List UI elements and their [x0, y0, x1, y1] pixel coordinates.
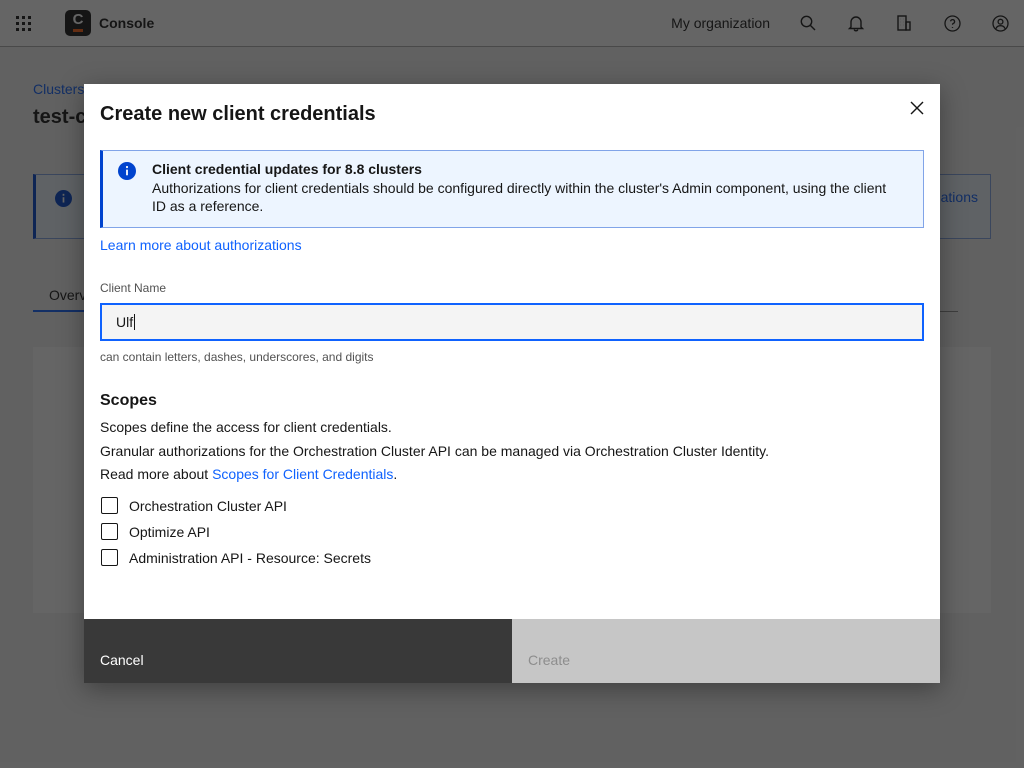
learn-more-authorizations-link[interactable]: Learn more about authorizations: [100, 237, 302, 253]
client-name-helper-text: can contain letters, dashes, underscores…: [100, 350, 374, 364]
scopes-heading: Scopes: [100, 392, 157, 410]
modal-title: Create new client credentials: [100, 103, 376, 126]
checkbox-label: Optimize API: [129, 524, 210, 540]
scopes-description: Scopes define the access for client cred…: [100, 416, 769, 487]
client-name-value: Ulf: [116, 314, 133, 330]
close-icon: [910, 101, 924, 115]
checkbox-label: Administration API - Resource: Secrets: [129, 550, 371, 566]
info-icon: [118, 162, 136, 180]
info-notification: Client credential updates for 8.8 cluste…: [100, 150, 924, 228]
notification-body: Authorizations for client credentials sh…: [152, 179, 897, 215]
scopes-for-client-credentials-link[interactable]: Scopes for Client Credentials: [212, 466, 393, 482]
checkbox-label: Orchestration Cluster API: [129, 498, 287, 514]
client-name-label: Client Name: [100, 281, 166, 295]
create-client-credentials-modal: Create new client credentials Client cre…: [84, 84, 940, 683]
scopes-line-2: Granular authorizations for the Orchestr…: [100, 440, 769, 464]
notification-title: Client credential updates for 8.8 cluste…: [152, 161, 422, 177]
text-cursor: [134, 314, 135, 330]
scope-options: Orchestration Cluster API Optimize API A…: [101, 497, 371, 575]
checkbox-box[interactable]: [101, 549, 118, 566]
close-button[interactable]: [901, 92, 933, 124]
scopes-line-3: Read more about Scopes for Client Creden…: [100, 463, 769, 487]
client-name-input[interactable]: Ulf: [100, 303, 924, 341]
checkbox-box[interactable]: [101, 523, 118, 540]
cancel-button[interactable]: Cancel: [84, 619, 512, 683]
checkbox-box[interactable]: [101, 497, 118, 514]
checkbox-optimize-api[interactable]: Optimize API: [101, 523, 371, 540]
checkbox-administration-api-secrets[interactable]: Administration API - Resource: Secrets: [101, 549, 371, 566]
modal-footer: Cancel Create: [84, 619, 940, 683]
create-button[interactable]: Create: [512, 619, 940, 683]
checkbox-orchestration-cluster-api[interactable]: Orchestration Cluster API: [101, 497, 371, 514]
scopes-line-1: Scopes define the access for client cred…: [100, 416, 769, 440]
